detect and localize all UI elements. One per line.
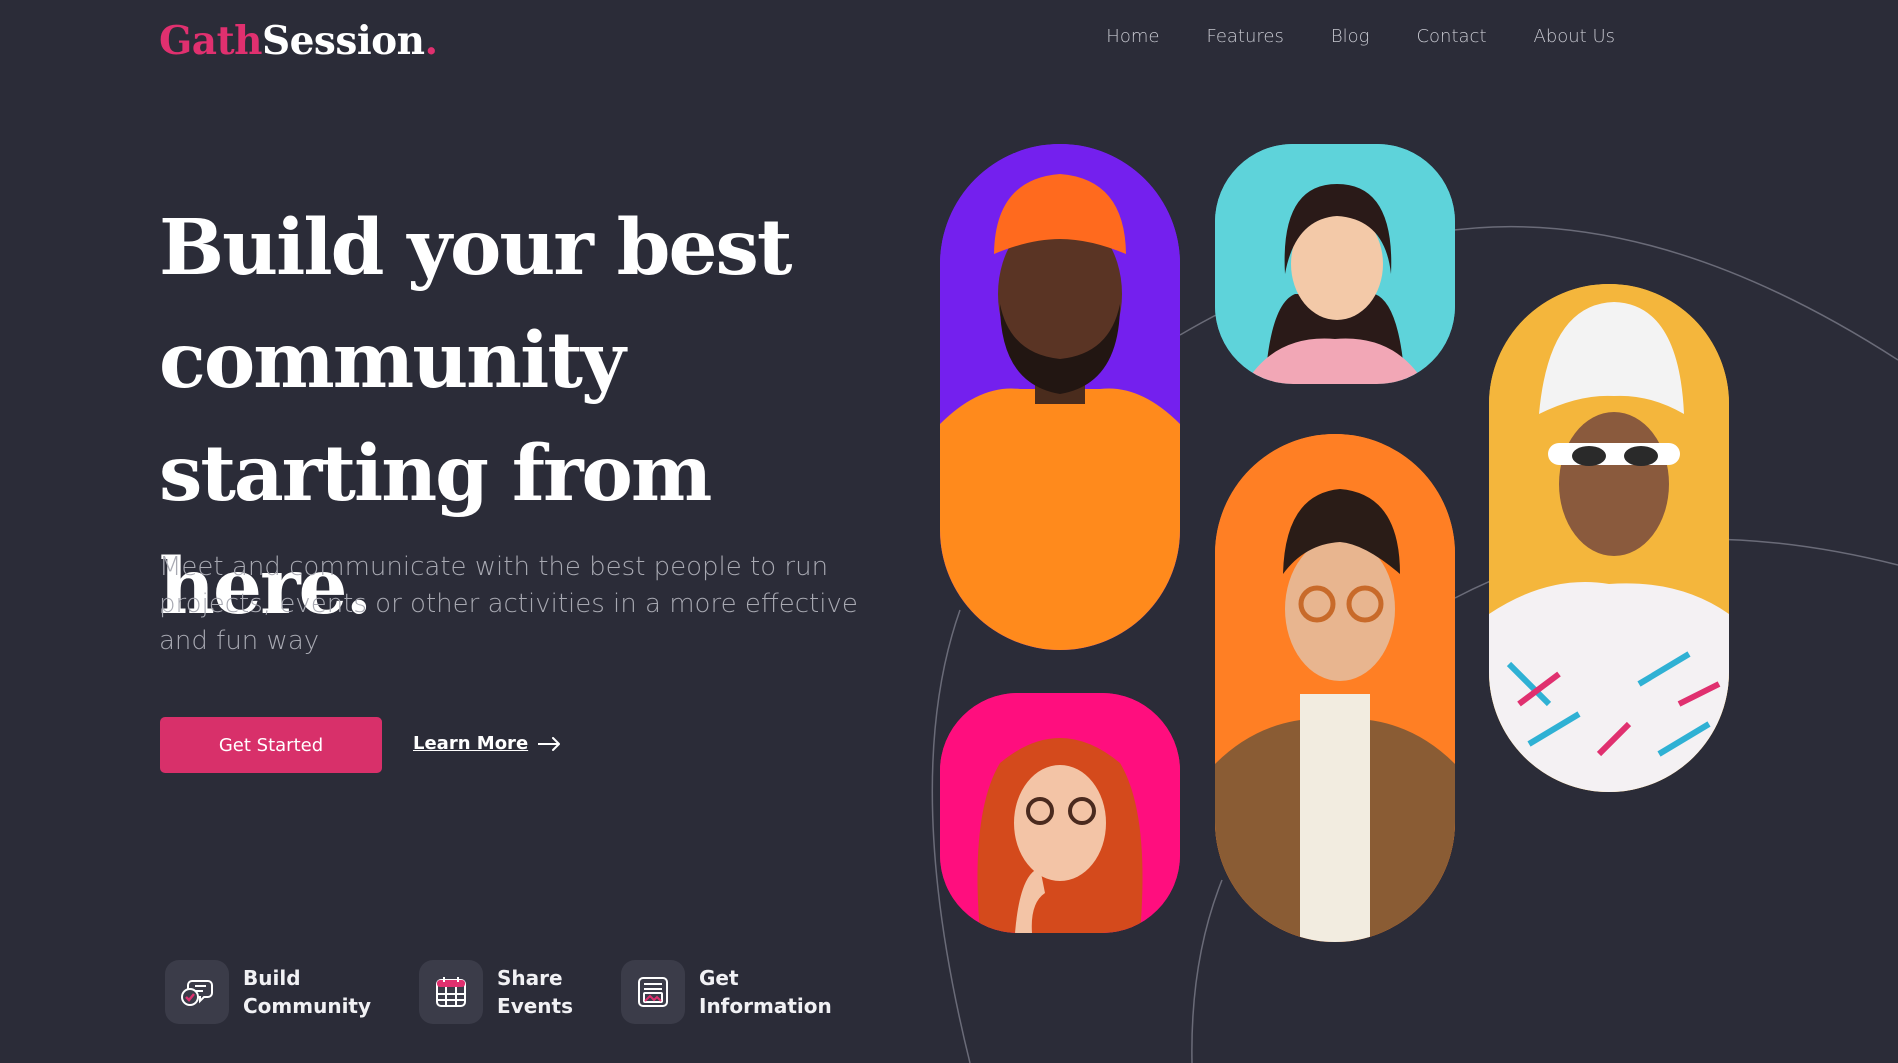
nav-features[interactable]: Features — [1206, 26, 1283, 47]
feature-get-information: Get Information — [621, 960, 832, 1024]
photo-woman-towel-sunglasses — [1489, 284, 1729, 792]
feature-share-events-label: Share Events — [497, 966, 573, 1018]
brand-part1: Gath — [159, 18, 262, 64]
nav-home[interactable]: Home — [1106, 26, 1159, 47]
feature-share-events: Share Events — [419, 960, 573, 1024]
brand-part2: Session — [261, 18, 425, 64]
hero-title-line1: Build your best — [159, 203, 792, 293]
hero-title-line2: community — [159, 316, 626, 406]
main-nav: Home Features Blog Contact About Us — [1059, 26, 1615, 47]
feature-build-community: Build Community — [165, 960, 371, 1024]
photo-man-glasses-brown-jacket — [1215, 434, 1455, 942]
learn-more-link[interactable]: Learn More — [413, 733, 562, 754]
photo-woman-smiling — [1215, 144, 1455, 384]
feature-get-information-label: Get Information — [699, 966, 832, 1018]
calendar-icon — [419, 960, 484, 1024]
hero-subtitle: Meet and communicate with the best peopl… — [159, 552, 858, 656]
feature-list: Build Community Share Events Get Informa… — [165, 960, 880, 1024]
info-card-icon — [621, 960, 685, 1024]
feature-build-community-label: Build Community — [243, 966, 372, 1018]
get-started-button[interactable]: Get Started — [160, 717, 382, 773]
arrow-right-icon — [538, 736, 561, 751]
brand-dot: . — [424, 18, 439, 64]
nav-about-us[interactable]: About Us — [1534, 26, 1616, 47]
chat-community-icon — [165, 960, 229, 1024]
photo-man-orange-beanie — [940, 144, 1180, 650]
photo-woman-redhead-thinking — [940, 693, 1180, 933]
learn-more-label: Learn More — [413, 733, 529, 754]
nav-contact[interactable]: Contact — [1416, 26, 1486, 47]
brand-logo[interactable]: GathSession. — [159, 18, 438, 64]
nav-blog[interactable]: Blog — [1331, 26, 1370, 47]
